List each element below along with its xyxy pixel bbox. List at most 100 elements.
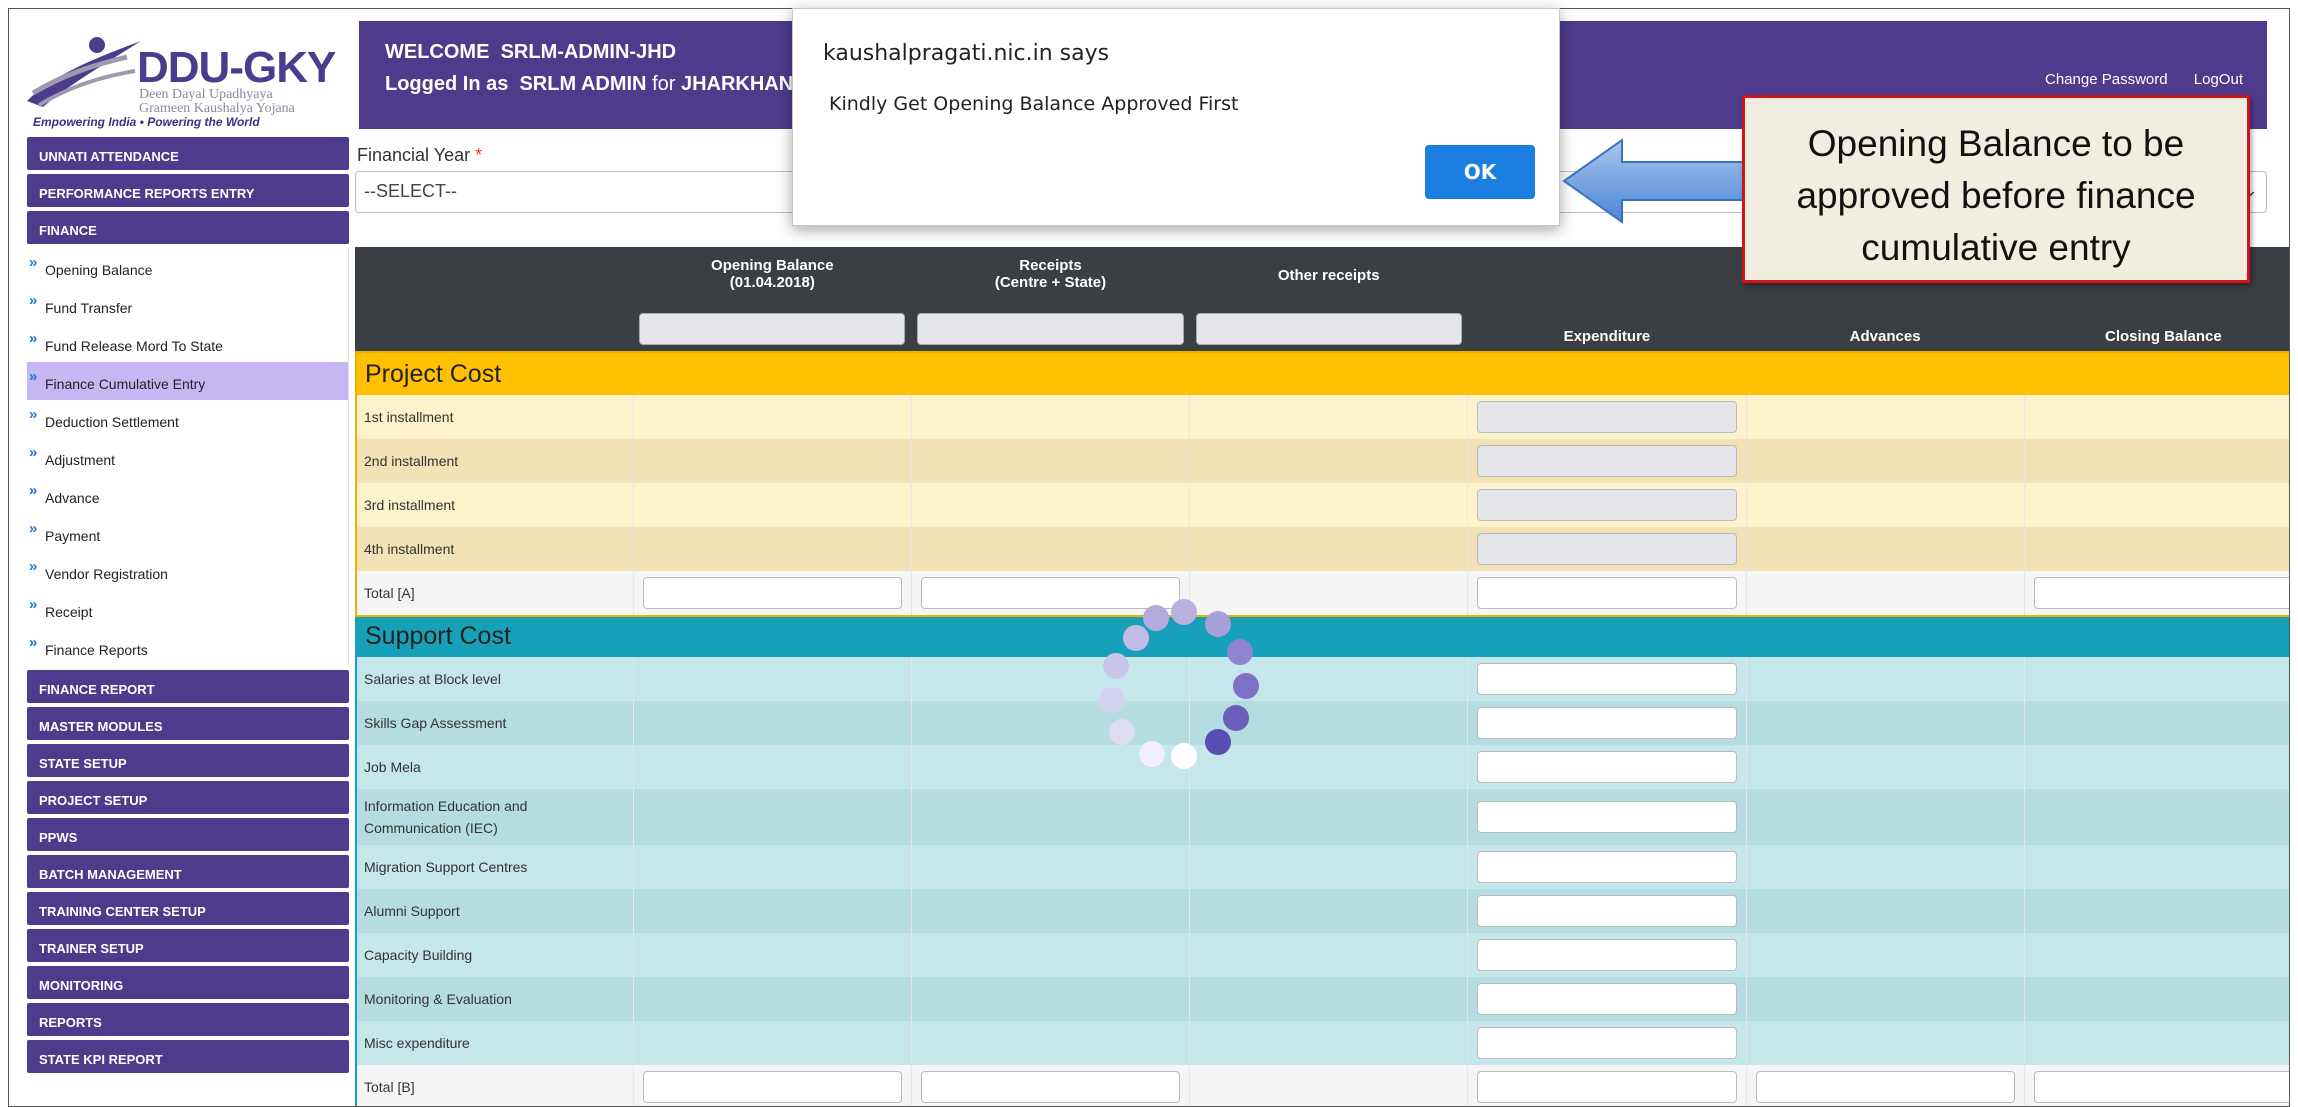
- table-row: 4th installment: [355, 527, 2289, 571]
- logout-link[interactable]: LogOut: [2194, 71, 2243, 88]
- total-b-label: Total [B]: [355, 1065, 634, 1106]
- expenditure-input[interactable]: [1477, 801, 1737, 833]
- sidebar-subitem-vendor-registration[interactable]: Vendor Registration: [27, 552, 348, 590]
- total-expenditure-input[interactable]: [1477, 577, 1737, 609]
- sidebar-subitem-payment[interactable]: Payment: [27, 514, 348, 552]
- row-label: 1st installment: [355, 395, 634, 439]
- financial-year-label-text: Financial Year: [357, 145, 471, 165]
- sidebar-item-ppws[interactable]: PPWS: [27, 818, 349, 851]
- sidebar-subitem-finance-reports[interactable]: Finance Reports: [27, 628, 348, 666]
- header-particulars: [355, 247, 634, 353]
- sidebar-item-performance-reports-entry[interactable]: PERFORMANCE REPORTS ENTRY: [27, 174, 349, 207]
- total-receipts-input[interactable]: [920, 1071, 1181, 1103]
- required-marker: *: [475, 145, 483, 165]
- expenditure-input[interactable]: [1477, 939, 1737, 971]
- logo-swoosh-icon: [27, 37, 141, 107]
- sidebar-item-batch-management[interactable]: BATCH MANAGEMENT: [27, 855, 349, 888]
- row-label: Information Education and Communication …: [355, 789, 634, 845]
- sidebar-item-reports[interactable]: REPORTS: [27, 1003, 349, 1036]
- support-cost-section: Support Cost Salaries at Block level Ski…: [355, 615, 2289, 1106]
- table-row: Misc expenditure: [355, 1021, 2289, 1065]
- sidebar-subitem-deduction-settlement[interactable]: Deduction Settlement: [27, 400, 348, 438]
- total-closing-input[interactable]: [2033, 577, 2289, 609]
- row-label: Alumni Support: [355, 889, 634, 933]
- other-receipts-input[interactable]: [1195, 313, 1462, 345]
- sidebar-subitem-receipt[interactable]: Receipt: [27, 590, 348, 628]
- support-cost-title: Support Cost: [355, 615, 2289, 657]
- total-expenditure-input[interactable]: [1477, 1071, 1737, 1103]
- annotation-line-2: approved before finance: [1796, 175, 2196, 216]
- expenditure-input[interactable]: [1477, 401, 1737, 433]
- row-label: Job Mela: [355, 745, 634, 789]
- expenditure-input[interactable]: [1477, 1027, 1737, 1059]
- loading-spinner-icon: [1099, 599, 1289, 779]
- logged-state: JHARKHAN: [680, 73, 794, 95]
- sidebar-subitem-fund-release[interactable]: Fund Release Mord To State: [27, 324, 348, 362]
- total-advances-input[interactable]: [1755, 1071, 2015, 1103]
- change-password-link[interactable]: Change Password: [2045, 71, 2168, 88]
- table-row: Alumni Support: [355, 889, 2289, 933]
- sidebar-item-finance-report[interactable]: FINANCE REPORT: [27, 670, 349, 703]
- sidebar-item-training-center-setup[interactable]: TRAINING CENTER SETUP: [27, 892, 349, 925]
- expenditure-input[interactable]: [1477, 707, 1737, 739]
- header-links: Change Password LogOut: [2023, 71, 2243, 88]
- welcome-label: WELCOME: [385, 41, 490, 63]
- sidebar-subitem-advance[interactable]: Advance: [27, 476, 348, 514]
- sidebar-subitem-finance-cumulative-entry[interactable]: Finance Cumulative Entry: [27, 362, 348, 400]
- sidebar-subitem-opening-balance[interactable]: Opening Balance: [27, 248, 348, 286]
- sidebar-subitem-adjustment[interactable]: Adjustment: [27, 438, 348, 476]
- logged-for: for: [652, 73, 676, 95]
- header-opening-balance: Opening Balance (01.04.2018): [633, 247, 912, 353]
- opening-balance-date: (01.04.2018): [729, 274, 815, 291]
- sidebar-item-state-kpi-report[interactable]: STATE KPI REPORT: [27, 1040, 349, 1073]
- header-other-receipts: Other receipts: [1189, 247, 1468, 353]
- sidebar-item-state-setup[interactable]: STATE SETUP: [27, 744, 349, 777]
- row-label: Skills Gap Assessment: [355, 701, 634, 745]
- row-label: 3rd installment: [355, 483, 634, 527]
- finance-cumulative-table: Opening Balance (01.04.2018) Receipts (C…: [355, 247, 2289, 1106]
- row-label: Capacity Building: [355, 933, 634, 977]
- row-label: Migration Support Centres: [355, 845, 634, 889]
- total-a-label: Total [A]: [355, 571, 634, 615]
- row-label: Monitoring & Evaluation: [355, 977, 634, 1021]
- expenditure-input[interactable]: [1477, 983, 1737, 1015]
- total-opening-input[interactable]: [642, 577, 902, 609]
- opening-balance-input[interactable]: [639, 313, 906, 345]
- row-label: Misc expenditure: [355, 1021, 634, 1065]
- financial-year-label: Financial Year *: [357, 145, 482, 166]
- table-row: Monitoring & Evaluation: [355, 977, 2289, 1021]
- row-label: 4th installment: [355, 527, 634, 571]
- row-label: Salaries at Block level: [355, 657, 634, 701]
- logo-tagline: Empowering India • Powering the World: [33, 115, 260, 129]
- receipts-title: Receipts: [1019, 257, 1082, 274]
- receipts-input[interactable]: [917, 313, 1184, 345]
- header-receipts: Receipts (Centre + State): [911, 247, 1190, 353]
- expenditure-input[interactable]: [1477, 445, 1737, 477]
- expenditure-input[interactable]: [1477, 533, 1737, 565]
- ok-button[interactable]: OK: [1425, 145, 1535, 199]
- expenditure-input[interactable]: [1477, 489, 1737, 521]
- expenditure-input[interactable]: [1477, 751, 1737, 783]
- expenditure-input[interactable]: [1477, 663, 1737, 695]
- sidebar-item-project-setup[interactable]: PROJECT SETUP: [27, 781, 349, 814]
- sidebar-subitem-fund-transfer[interactable]: Fund Transfer: [27, 286, 348, 324]
- expenditure-input[interactable]: [1477, 895, 1737, 927]
- sidebar-item-finance[interactable]: FINANCE: [27, 211, 349, 244]
- sidebar-item-monitoring[interactable]: MONITORING: [27, 966, 349, 999]
- expenditure-input[interactable]: [1477, 851, 1737, 883]
- total-row: Total [B]: [355, 1065, 2289, 1106]
- other-receipts-title: Other receipts: [1277, 267, 1380, 284]
- table-row: 2nd installment: [355, 439, 2289, 483]
- sidebar-item-master-modules[interactable]: MASTER MODULES: [27, 707, 349, 740]
- sidebar-item-unnati-attendance[interactable]: UNNATI ATTENDANCE: [27, 137, 349, 170]
- welcome-user: SRLM-ADMIN-JHD: [500, 41, 677, 63]
- total-closing-input[interactable]: [2033, 1071, 2289, 1103]
- table-row: Salaries at Block level: [355, 657, 2289, 701]
- sidebar: UNNATI ATTENDANCE PERFORMANCE REPORTS EN…: [27, 137, 349, 1077]
- sidebar-item-trainer-setup[interactable]: TRAINER SETUP: [27, 929, 349, 962]
- header-expenditure: Expenditure: [1467, 247, 1747, 353]
- logged-in-text: Logged In as SRLM ADMIN for JHARKHAN: [385, 73, 793, 96]
- total-opening-input[interactable]: [642, 1071, 902, 1103]
- table-row: 3rd installment: [355, 483, 2289, 527]
- table-row: Information Education and Communication …: [355, 789, 2289, 845]
